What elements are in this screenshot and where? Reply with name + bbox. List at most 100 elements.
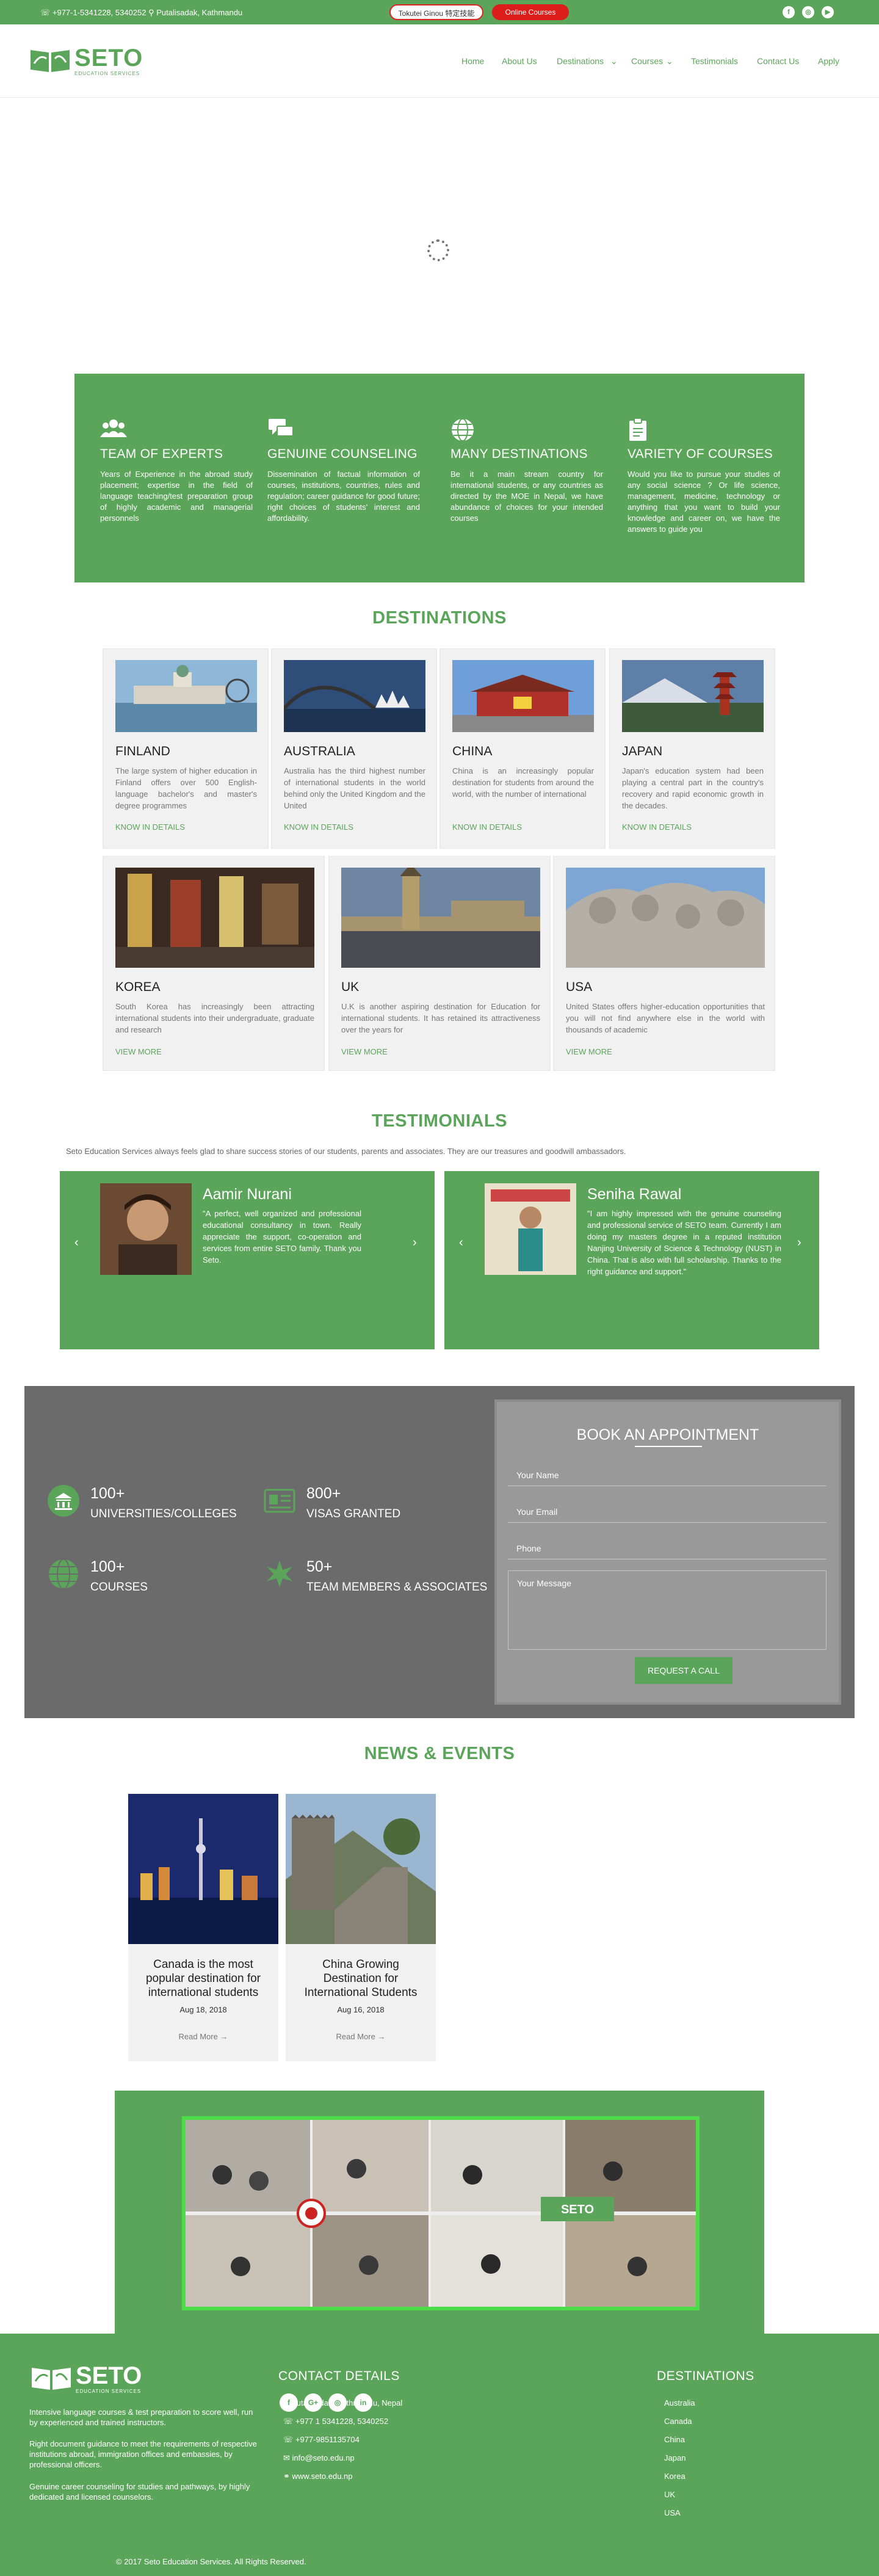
feature-text: Dissemination of factual information of … — [267, 470, 420, 523]
footer-destination-link[interactable]: Canada — [664, 2417, 692, 2426]
destination-card-finland[interactable]: FINLAND The large system of higher educa… — [103, 648, 269, 849]
footer-destination-link[interactable]: Korea — [664, 2472, 685, 2481]
news-title[interactable]: China Growing Destination for Internatio… — [297, 1957, 425, 2000]
korea-image — [115, 868, 314, 968]
phone-field[interactable]: Phone — [508, 1535, 827, 1559]
feature-text: Would you like to pursue your studies of… — [628, 470, 780, 534]
testimonials-intro: Seto Education Services always feels gla… — [66, 1147, 626, 1156]
stat-label: COURSES — [90, 1581, 148, 1594]
read-more-link[interactable]: Read More → — [286, 2032, 436, 2041]
destination-name: USA — [566, 980, 593, 994]
feature-title: VARIETY OF COURSES — [628, 447, 773, 461]
stat-number: 50+ — [306, 1558, 333, 1575]
view-more-link[interactable]: VIEW MORE — [341, 1047, 388, 1056]
footer-website-link[interactable]: ⚭ www.seto.edu.np — [283, 2472, 353, 2481]
footer-destination-link[interactable]: Australia — [664, 2398, 695, 2407]
stat-courses: 100+ COURSES — [49, 1558, 148, 1595]
next-arrow-icon[interactable]: › — [797, 1236, 801, 1250]
nav-destinations[interactable]: Destinations — [557, 56, 604, 66]
finland-image — [115, 660, 257, 732]
stat-number: 100+ — [90, 1485, 125, 1502]
testimonials-heading: TESTIMONIALS — [372, 1111, 507, 1131]
stat-label: TEAM MEMBERS & ASSOCIATES — [306, 1581, 488, 1594]
testimonial-quote: "A perfect, well organized and professio… — [203, 1209, 361, 1264]
youtube-icon[interactable]: ▶ — [822, 6, 834, 18]
news-image-toronto — [128, 1794, 278, 1944]
footer-destination-link[interactable]: Japan — [664, 2453, 685, 2462]
testimonial-name: Seniha Rawal — [587, 1186, 682, 1203]
china-image — [452, 660, 594, 732]
footer-destination-link[interactable]: China — [664, 2435, 685, 2444]
facebook-icon[interactable]: f — [783, 6, 795, 18]
name-field[interactable]: Your Name — [508, 1462, 827, 1486]
destination-card-uk[interactable]: UK U.K is another aspiring destination f… — [328, 856, 551, 1071]
destination-card-japan[interactable]: JAPAN Japan's education system had been … — [609, 648, 775, 849]
destination-text: Australia has the third highest number o… — [284, 766, 425, 810]
chevron-down-icon[interactable]: ⌄ — [666, 56, 673, 67]
testimonial-photo — [100, 1183, 192, 1275]
footer-destination-link[interactable]: UK — [664, 2490, 675, 2499]
view-more-link[interactable]: VIEW MORE — [566, 1047, 612, 1056]
destinations-footer-heading: DESTINATIONS — [657, 2369, 754, 2383]
destination-card-australia[interactable]: AUSTRALIA Australia has the third highes… — [271, 648, 437, 849]
instagram-icon[interactable]: ◎ — [328, 2393, 347, 2412]
nav-testimonials[interactable]: Testimonials — [691, 56, 738, 66]
message-field[interactable]: Your Message — [508, 1570, 827, 1650]
site-logo[interactable]: SETO EDUCATION SERVICES — [28, 45, 143, 76]
nav-apply[interactable]: Apply — [818, 56, 839, 66]
linkedin-icon[interactable]: in — [354, 2393, 372, 2412]
chat-icon — [267, 418, 420, 442]
footer-about-text: Right document guidance to meet the requ… — [29, 2439, 257, 2469]
destination-text: Japan's education system had been playin… — [622, 766, 764, 810]
read-more-link[interactable]: Read More → — [128, 2032, 278, 2041]
stat-universities: 100+ UNIVERSITIES/COLLEGES — [48, 1485, 237, 1522]
clipboard-icon — [628, 418, 780, 442]
know-in-details-link[interactable]: KNOW IN DETAILS — [452, 822, 522, 832]
destination-text: The large system of higher education in … — [115, 766, 257, 810]
destination-name: UK — [341, 980, 360, 994]
news-title[interactable]: Canada is the most popular destination f… — [139, 1957, 267, 2000]
nav-home[interactable]: Home — [461, 56, 484, 66]
nav-contact-us[interactable]: Contact Us — [757, 56, 799, 66]
next-arrow-icon[interactable]: › — [413, 1236, 417, 1250]
news-card[interactable]: Canada is the most popular destination f… — [128, 1794, 278, 2061]
copyright-text: © 2017 Seto Education Services. All Righ… — [116, 2557, 306, 2566]
footer-logo[interactable]: SETO EDUCATION SERVICES — [29, 2363, 142, 2394]
online-courses-button[interactable]: Online Courses — [492, 4, 569, 20]
instagram-icon[interactable]: ◎ — [802, 6, 814, 18]
testimonial-photo — [485, 1183, 576, 1275]
top-bar: ☏ +977-1-5341228, 5340252 ⚲ Putalisadak,… — [0, 0, 879, 24]
tokutei-ginou-button[interactable]: Tokutei Ginou 特定技能 — [389, 4, 483, 20]
chevron-down-icon[interactable]: ⌄ — [610, 56, 618, 67]
prev-arrow-icon[interactable]: ‹ — [74, 1236, 79, 1250]
facebook-icon[interactable]: f — [280, 2393, 298, 2412]
know-in-details-link[interactable]: KNOW IN DETAILS — [622, 822, 692, 832]
feature-many-destinations: MANY DESTINATIONS Be it a main stream co… — [450, 418, 603, 524]
know-in-details-link[interactable]: KNOW IN DETAILS — [115, 822, 185, 832]
logo-subtitle: EDUCATION SERVICES — [74, 71, 140, 76]
footer-logo-subtitle: EDUCATION SERVICES — [76, 2389, 142, 2394]
request-call-button[interactable]: REQUEST A CALL — [635, 1657, 733, 1684]
university-icon — [48, 1485, 79, 1517]
email-field[interactable]: Your Email — [508, 1498, 827, 1523]
destination-card-usa[interactable]: USA United States offers higher-educatio… — [553, 856, 775, 1071]
team-icon — [100, 418, 253, 442]
footer-destination-link[interactable]: USA — [664, 2508, 681, 2517]
nav-about-us[interactable]: About Us — [502, 56, 537, 66]
destination-name: KOREA — [115, 980, 161, 994]
destination-card-china[interactable]: CHINA China is an increasingly popular d… — [440, 648, 606, 849]
testimonial-quote: "I am highly impressed with the genuine … — [587, 1209, 781, 1276]
destination-card-korea[interactable]: KOREA South Korea has increasingly been … — [103, 856, 325, 1071]
news-card[interactable]: China Growing Destination for Internatio… — [286, 1794, 436, 2061]
prev-arrow-icon[interactable]: ‹ — [459, 1236, 463, 1250]
nav-courses[interactable]: Courses — [631, 56, 663, 66]
footer-email-link[interactable]: ✉ info@seto.edu.np — [283, 2453, 355, 2463]
feature-genuine-counseling: GENUINE COUNSELING Dissemination of fact… — [267, 418, 420, 524]
book-logo-icon — [31, 50, 70, 72]
footer-about-text: Intensive language courses & test prepar… — [29, 2407, 253, 2427]
google-plus-icon[interactable]: G+ — [304, 2393, 322, 2412]
visa-icon — [264, 1489, 295, 1513]
view-more-link[interactable]: VIEW MORE — [115, 1047, 162, 1056]
destination-name: CHINA — [452, 744, 493, 758]
know-in-details-link[interactable]: KNOW IN DETAILS — [284, 822, 353, 832]
